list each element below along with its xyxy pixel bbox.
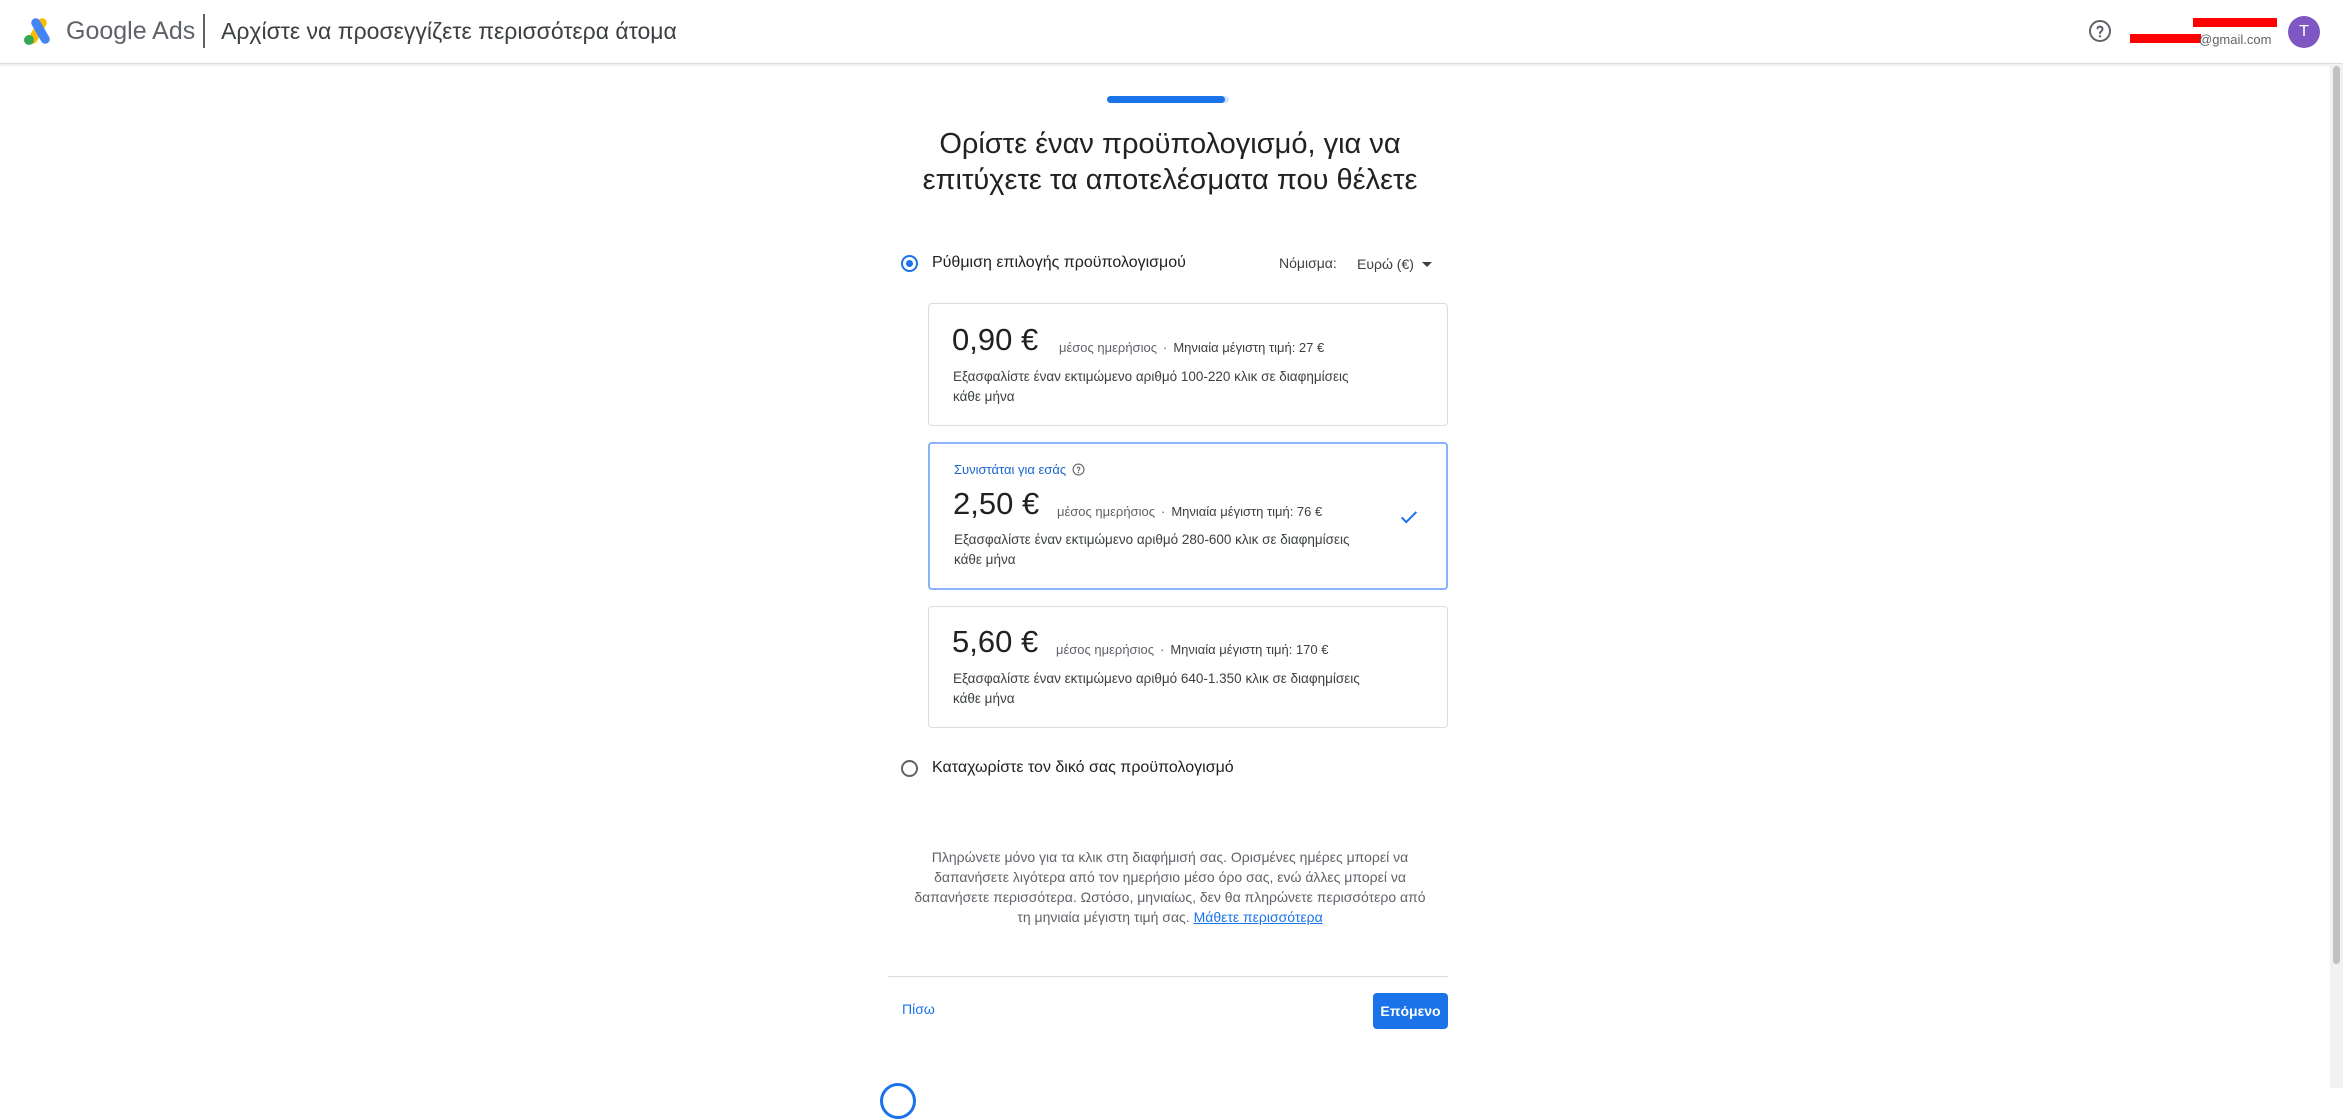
- scrollbar-thumb[interactable]: [2333, 66, 2340, 964]
- custom-budget-radio[interactable]: [901, 759, 918, 777]
- budget-description-line: Εξασφαλίστε έναν εκτιμώμενο αριθμό 640-1…: [953, 671, 1360, 686]
- monthly-max-label: Μηνιαία μέγιστη τιμή: 170 €: [1170, 642, 1329, 657]
- footer-divider: [888, 976, 1448, 977]
- heading-line-2: επιτύχετε τα αποτελέσματα που θέλετε: [922, 164, 1418, 196]
- dropdown-caret-icon: [1421, 261, 1432, 267]
- budget-description-line: κάθε μήνα: [954, 552, 1016, 567]
- currency-value: Ευρώ (€): [1357, 256, 1414, 272]
- budget-meta: μέσος ημερήσιος · Μηνιαία μέγιστη τιμή: 27…: [1059, 340, 1324, 355]
- currency-label: Νόμισμα:: [1279, 255, 1337, 271]
- check-icon: [1400, 511, 1418, 524]
- budget-description-line: Εξασφαλίστε έναν εκτιμώμενο αριθμό 280-6…: [954, 532, 1350, 547]
- budget-meta: μέσος ημερήσιος · Μηνιαία μέγιστη τιμή: 76…: [1057, 504, 1322, 519]
- partial-circle-icon: [880, 1083, 916, 1119]
- custom-budget-label: Καταχωρίστε τον δικό σας προϋπολογισμό: [932, 759, 1234, 776]
- budget-meta: μέσος ημερήσιος · Μηνιαία μέγιστη τιμή: 17…: [1056, 642, 1328, 657]
- budget-price: 0,90 €: [952, 322, 1039, 357]
- avg-label: μέσος ημερήσιος: [1057, 504, 1155, 519]
- budget-price: 2,50 €: [953, 486, 1040, 521]
- custom-budget-radio-row[interactable]: Καταχωρίστε τον δικό σας προϋπολογισμό: [901, 755, 1234, 781]
- currency-select[interactable]: Ευρώ (€): [1357, 253, 1432, 275]
- redaction-bar: [2193, 18, 2277, 27]
- budget-option-label: Ρύθμιση επιλογής προϋπολογισμού: [932, 254, 1186, 271]
- next-button[interactable]: Επόμενο: [1373, 993, 1448, 1029]
- section-heading: Ορίστε έναν προϋπολογισμό, για να επιτύχ…: [870, 126, 1470, 198]
- budget-description-line: κάθε μήνα: [953, 389, 1015, 404]
- budget-option-radio-row[interactable]: Ρύθμιση επιλογής προϋπολογισμού: [901, 250, 1186, 276]
- separator: ·: [1162, 340, 1168, 355]
- budget-card-low[interactable]: 0,90 € μέσος ημερήσιος · Μηνιαία μέγιστη τ…: [928, 303, 1448, 426]
- progress-bar: [1107, 96, 1229, 103]
- budget-card-high[interactable]: 5,60 € μέσος ημερήσιος · Μηνιαία μέγιστη τ…: [928, 606, 1448, 728]
- recommended-label: Συνιστάται για εσάς: [954, 462, 1067, 477]
- budget-card-recommended[interactable]: Συνιστάται για εσάς 2,50 € μέσος ημερήσι…: [928, 442, 1448, 590]
- brand-name: Google Ads: [66, 17, 196, 45]
- learn-more-link[interactable]: Μάθετε περισσότερα: [1194, 909, 1323, 925]
- disclaimer-line-text: τη μηνιαία μέγιστη τιμή σας.: [1017, 909, 1190, 925]
- monthly-max-label: Μηνιαία μέγιστη τιμή: 27 €: [1173, 340, 1325, 355]
- recommended-badge: Συνιστάται για εσάς: [954, 462, 1085, 477]
- account-email[interactable]: @gmail.com: [2199, 32, 2271, 47]
- google-ads-logo-icon[interactable]: [22, 16, 56, 46]
- disclaimer-line: δαπανήσετε λιγότερα από τον ημερήσιο μέσ…: [934, 869, 1406, 885]
- help-circle-icon[interactable]: [2088, 19, 2112, 43]
- avg-label: μέσος ημερήσιος: [1056, 642, 1154, 657]
- top-app-bar: Google Ads Αρχίστε να προσεγγίζετε περισ…: [0, 0, 2343, 64]
- redaction-bar: [2130, 34, 2201, 43]
- budget-description-line: Εξασφαλίστε έναν εκτιμώμενο αριθμό 100-2…: [953, 369, 1349, 384]
- budget-option-radio[interactable]: [901, 254, 918, 272]
- disclaimer-line: δαπανήσετε περισσότερα. Ωστόσο, μηνιαίως…: [914, 889, 1426, 905]
- header-divider: [203, 14, 205, 48]
- separator: ·: [1160, 504, 1166, 519]
- billing-disclaimer: Πληρώνετε μόνο για τα κλικ στη διαφήμισή…: [890, 847, 1450, 927]
- disclaimer-line: Πληρώνετε μόνο για τα κλικ στη διαφήμισή…: [931, 849, 1409, 865]
- budget-description: Εξασφαλίστε έναν εκτιμώμενο αριθμό 640-1…: [953, 669, 1423, 709]
- avg-label: μέσος ημερήσιος: [1059, 340, 1157, 355]
- avatar[interactable]: T: [2288, 16, 2320, 48]
- heading-line-1: Ορίστε έναν προϋπολογισμό, για να: [939, 128, 1401, 160]
- help-circle-icon[interactable]: [1072, 463, 1085, 476]
- disclaimer-line: τη μηνιαία μέγιστη τιμή σας. Μάθετε περι…: [890, 907, 1450, 927]
- monthly-max-label: Μηνιαία μέγιστη τιμή: 76 €: [1171, 504, 1323, 519]
- separator: ·: [1159, 642, 1165, 657]
- budget-description: Εξασφαλίστε έναν εκτιμώμενο αριθμό 100-2…: [953, 367, 1423, 407]
- budget-description: Εξασφαλίστε έναν εκτιμώμενο αριθμό 280-6…: [954, 530, 1424, 570]
- page-title: Αρχίστε να προσεγγίζετε περισσότερα άτομ…: [221, 18, 677, 44]
- budget-price: 5,60 €: [952, 624, 1039, 659]
- budget-description-line: κάθε μήνα: [953, 691, 1015, 706]
- back-button[interactable]: Πίσω: [902, 1001, 935, 1017]
- progress-bar-fill: [1107, 96, 1226, 103]
